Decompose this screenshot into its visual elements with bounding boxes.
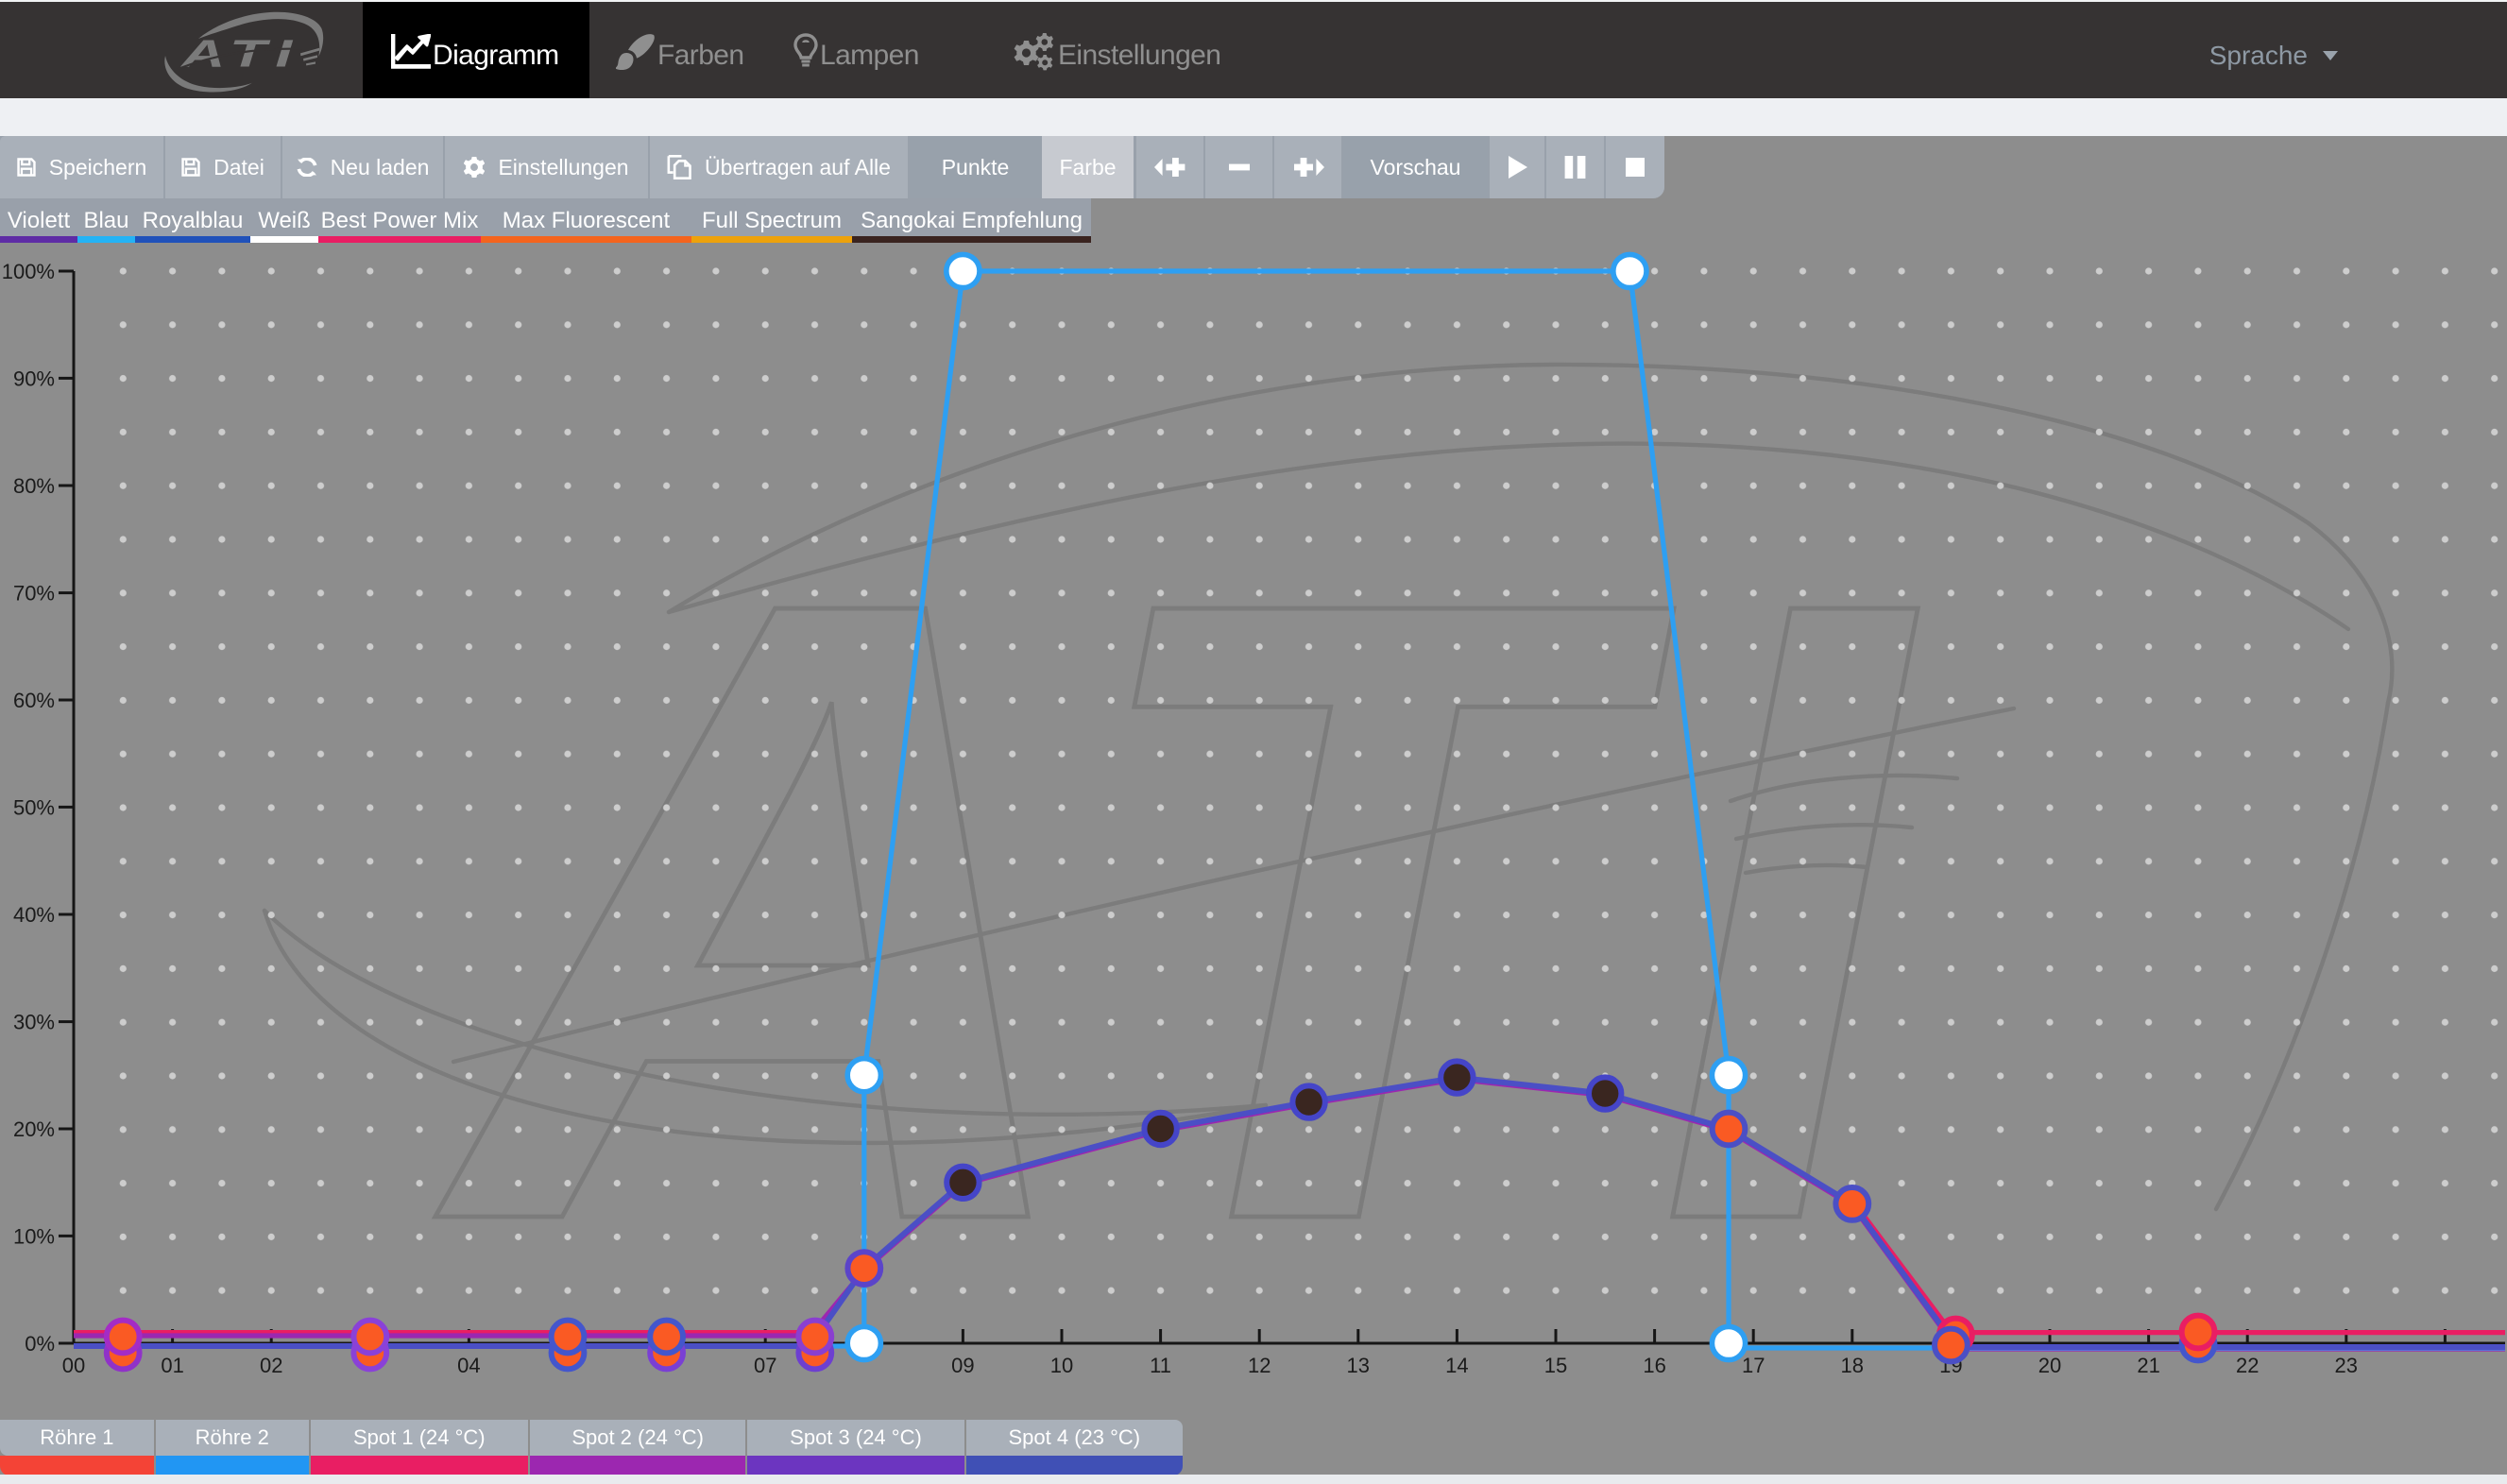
svg-text:09: 09: [951, 1354, 974, 1377]
svg-text:18: 18: [1841, 1354, 1864, 1377]
svg-text:01: 01: [161, 1354, 183, 1377]
svg-text:20: 20: [2038, 1354, 2061, 1377]
svg-text:23: 23: [2335, 1354, 2358, 1377]
svg-text:80%: 80%: [13, 474, 55, 498]
svg-text:12: 12: [1248, 1354, 1271, 1377]
svg-text:40%: 40%: [13, 903, 55, 927]
svg-text:100%: 100%: [2, 260, 55, 283]
svg-text:60%: 60%: [13, 689, 55, 712]
svg-text:30%: 30%: [13, 1011, 55, 1034]
svg-text:11: 11: [1150, 1354, 1171, 1377]
svg-text:02: 02: [260, 1354, 282, 1377]
svg-text:20%: 20%: [13, 1117, 55, 1141]
svg-text:16: 16: [1643, 1354, 1665, 1377]
svg-text:21: 21: [2137, 1354, 2159, 1377]
svg-text:14: 14: [1445, 1354, 1468, 1377]
svg-text:10%: 10%: [13, 1224, 55, 1248]
svg-text:04: 04: [457, 1354, 480, 1377]
svg-text:13: 13: [1347, 1354, 1370, 1377]
svg-text:07: 07: [754, 1354, 776, 1377]
svg-text:90%: 90%: [13, 367, 55, 390]
svg-text:50%: 50%: [13, 795, 55, 819]
svg-text:70%: 70%: [13, 582, 55, 606]
svg-text:0%: 0%: [25, 1332, 55, 1356]
svg-text:00: 00: [62, 1354, 85, 1377]
svg-text:22: 22: [2236, 1354, 2259, 1377]
svg-text:17: 17: [1742, 1354, 1765, 1377]
svg-text:10: 10: [1050, 1354, 1073, 1377]
svg-text:15: 15: [1544, 1354, 1567, 1377]
